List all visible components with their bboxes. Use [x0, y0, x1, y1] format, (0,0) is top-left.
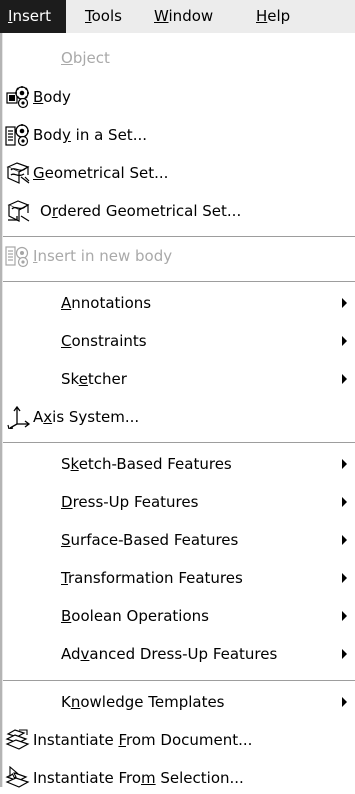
- menu-bar: Insert Tools Window Help: [0, 0, 355, 34]
- menu-item-transformation-features[interactable]: Transformation Features: [3, 563, 355, 593]
- menu-help[interactable]: Help: [248, 0, 298, 33]
- menu-separator: [3, 680, 355, 682]
- submenu-arrow-icon: [342, 459, 347, 469]
- insert-new-body-icon: [5, 244, 31, 268]
- menu-item-knowledge-templates[interactable]: Knowledge Templates: [3, 687, 355, 717]
- menu-item-axis-system[interactable]: Axis System...: [3, 402, 355, 432]
- submenu-arrow-icon: [342, 649, 347, 659]
- axis-system-icon: [5, 405, 31, 430]
- menu-insert[interactable]: Insert: [0, 0, 66, 33]
- menu-item-label: Boolean Operations: [61, 607, 209, 625]
- menu-item-label: Surface-Based Features: [61, 531, 239, 549]
- menu-item-label: Knowledge Templates: [61, 693, 225, 711]
- menu-separator: [3, 442, 355, 444]
- menu-separator: [3, 236, 355, 238]
- insert-dropdown-menu: Object Body Body in a Set... Geometrical…: [0, 33, 355, 788]
- menu-item-body-in-a-set[interactable]: Body in a Set...: [3, 120, 355, 150]
- menu-item-geometrical-set[interactable]: Geometrical Set...: [3, 158, 355, 188]
- menu-item-label: Constraints: [61, 332, 147, 350]
- menu-item-instantiate-from-document[interactable]: Instantiate From Document...: [3, 725, 355, 755]
- menu-item-label: Geometrical Set...: [33, 164, 169, 182]
- body-icon: [5, 85, 31, 109]
- menu-item-boolean-operations[interactable]: Boolean Operations: [3, 601, 355, 631]
- submenu-arrow-icon: [342, 611, 347, 621]
- menu-item-label: Dress-Up Features: [61, 493, 199, 511]
- menu-item-label: Transformation Features: [61, 569, 243, 587]
- menu-item-label: Body: [33, 88, 71, 106]
- submenu-arrow-icon: [342, 497, 347, 507]
- instantiate-from-selection-icon: [5, 765, 31, 790]
- submenu-arrow-icon: [342, 374, 347, 384]
- menu-item-sketch-based-features[interactable]: Sketch-Based Features: [3, 449, 355, 479]
- menu-item-dress-up-features[interactable]: Dress-Up Features: [3, 487, 355, 517]
- menu-item-label: Advanced Dress-Up Features: [61, 645, 278, 663]
- geometrical-set-icon: [5, 161, 31, 185]
- menu-item-label: Instantiate From Selection...: [33, 769, 244, 787]
- menu-item-label: Axis System...: [33, 408, 140, 426]
- body-in-set-icon: [5, 123, 31, 147]
- menu-item-instantiate-from-selection[interactable]: Instantiate From Selection...: [3, 763, 355, 793]
- submenu-arrow-icon: [342, 573, 347, 583]
- menu-item-label: Insert in new body: [33, 247, 173, 265]
- menu-screenshot: Insert Tools Window Help Object Body Bod…: [0, 0, 355, 788]
- submenu-arrow-icon: [342, 697, 347, 707]
- menu-item-label: Annotations: [61, 294, 152, 312]
- submenu-arrow-icon: [342, 336, 347, 346]
- menu-item-label: Instantiate From Document...: [33, 731, 253, 749]
- menu-separator: [3, 281, 355, 283]
- menu-window[interactable]: Window: [146, 0, 221, 33]
- menu-item-surface-based-features[interactable]: Surface-Based Features: [3, 525, 355, 555]
- menu-item-constraints[interactable]: Constraints: [3, 326, 355, 356]
- menu-item-object: Object: [3, 43, 355, 73]
- menu-tools[interactable]: Tools: [77, 0, 130, 33]
- menu-item-ordered-geometrical-set[interactable]: Ordered Geometrical Set...: [3, 196, 355, 226]
- menu-item-label: Sketch-Based Features: [61, 455, 232, 473]
- menu-item-sketcher[interactable]: Sketcher: [3, 364, 355, 394]
- menu-item-label: Ordered Geometrical Set...: [40, 202, 242, 220]
- instantiate-from-document-icon: [5, 728, 31, 752]
- menu-item-label: Object: [61, 49, 110, 67]
- submenu-arrow-icon: [342, 535, 347, 545]
- ordered-geometrical-set-icon: [5, 199, 31, 223]
- menu-item-label: Sketcher: [61, 370, 127, 388]
- submenu-arrow-icon: [342, 298, 347, 308]
- menu-item-annotations[interactable]: Annotations: [3, 288, 355, 318]
- menu-item-advanced-dress-up-features[interactable]: Advanced Dress-Up Features: [3, 639, 355, 669]
- menu-item-body[interactable]: Body: [3, 82, 355, 112]
- menu-item-label: Body in a Set...: [33, 126, 147, 144]
- menu-item-insert-in-new-body: Insert in new body: [3, 241, 355, 271]
